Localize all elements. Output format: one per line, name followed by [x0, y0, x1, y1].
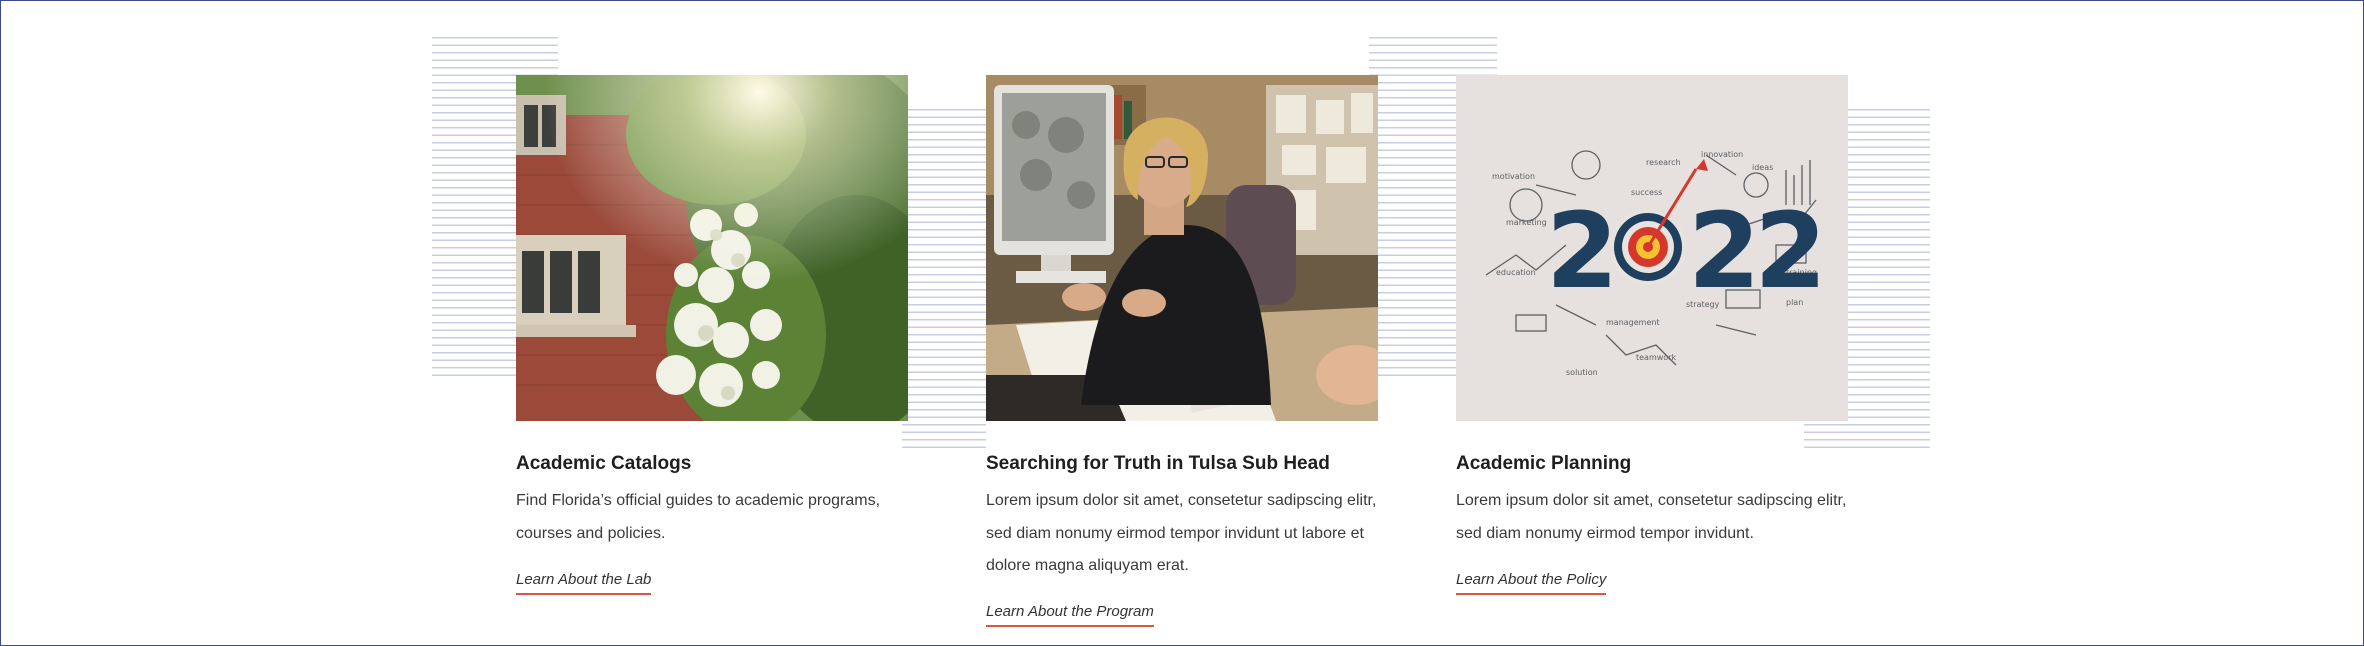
card-title: Searching for Truth in Tulsa Sub Head	[986, 453, 1330, 474]
svg-text:education: education	[1496, 268, 1536, 277]
card-description: Lorem ipsum dolor sit amet, consetetur s…	[986, 492, 1377, 574]
svg-text:success: success	[1631, 188, 1662, 197]
learn-about-lab-link[interactable]: Learn About the Lab	[516, 571, 652, 595]
svg-text:teamwork: teamwork	[1636, 353, 1676, 362]
svg-text:research: research	[1646, 158, 1681, 167]
svg-text:innovation: innovation	[1701, 150, 1743, 159]
learn-about-program-link[interactable]: Learn About the Program	[986, 603, 1154, 627]
svg-text:management: management	[1606, 318, 1660, 327]
researcher-at-desk-photo	[986, 75, 1378, 421]
svg-text:solution: solution	[1566, 368, 1598, 377]
card-description: Find Florida’s official guides to academ…	[516, 492, 881, 542]
learn-about-policy-link[interactable]: Learn About the Policy	[1456, 571, 1607, 595]
decorative-lines	[902, 109, 986, 454]
card-description: Lorem ipsum dolor sit amet, consetetur s…	[1456, 492, 1847, 542]
svg-text:2: 2	[1546, 190, 1612, 312]
svg-text:22: 22	[1688, 190, 1821, 312]
campus-building-flowers-photo	[516, 75, 908, 421]
2022-goal-sketch-illustration: motivation research innovation ideas marke…	[1456, 75, 1848, 421]
svg-text:marketing: marketing	[1506, 218, 1547, 227]
card-title: Academic Catalogs	[516, 453, 692, 474]
svg-text:motivation: motivation	[1492, 172, 1535, 181]
svg-text:ideas: ideas	[1752, 163, 1773, 172]
card-title: Academic Planning	[1456, 453, 1632, 474]
